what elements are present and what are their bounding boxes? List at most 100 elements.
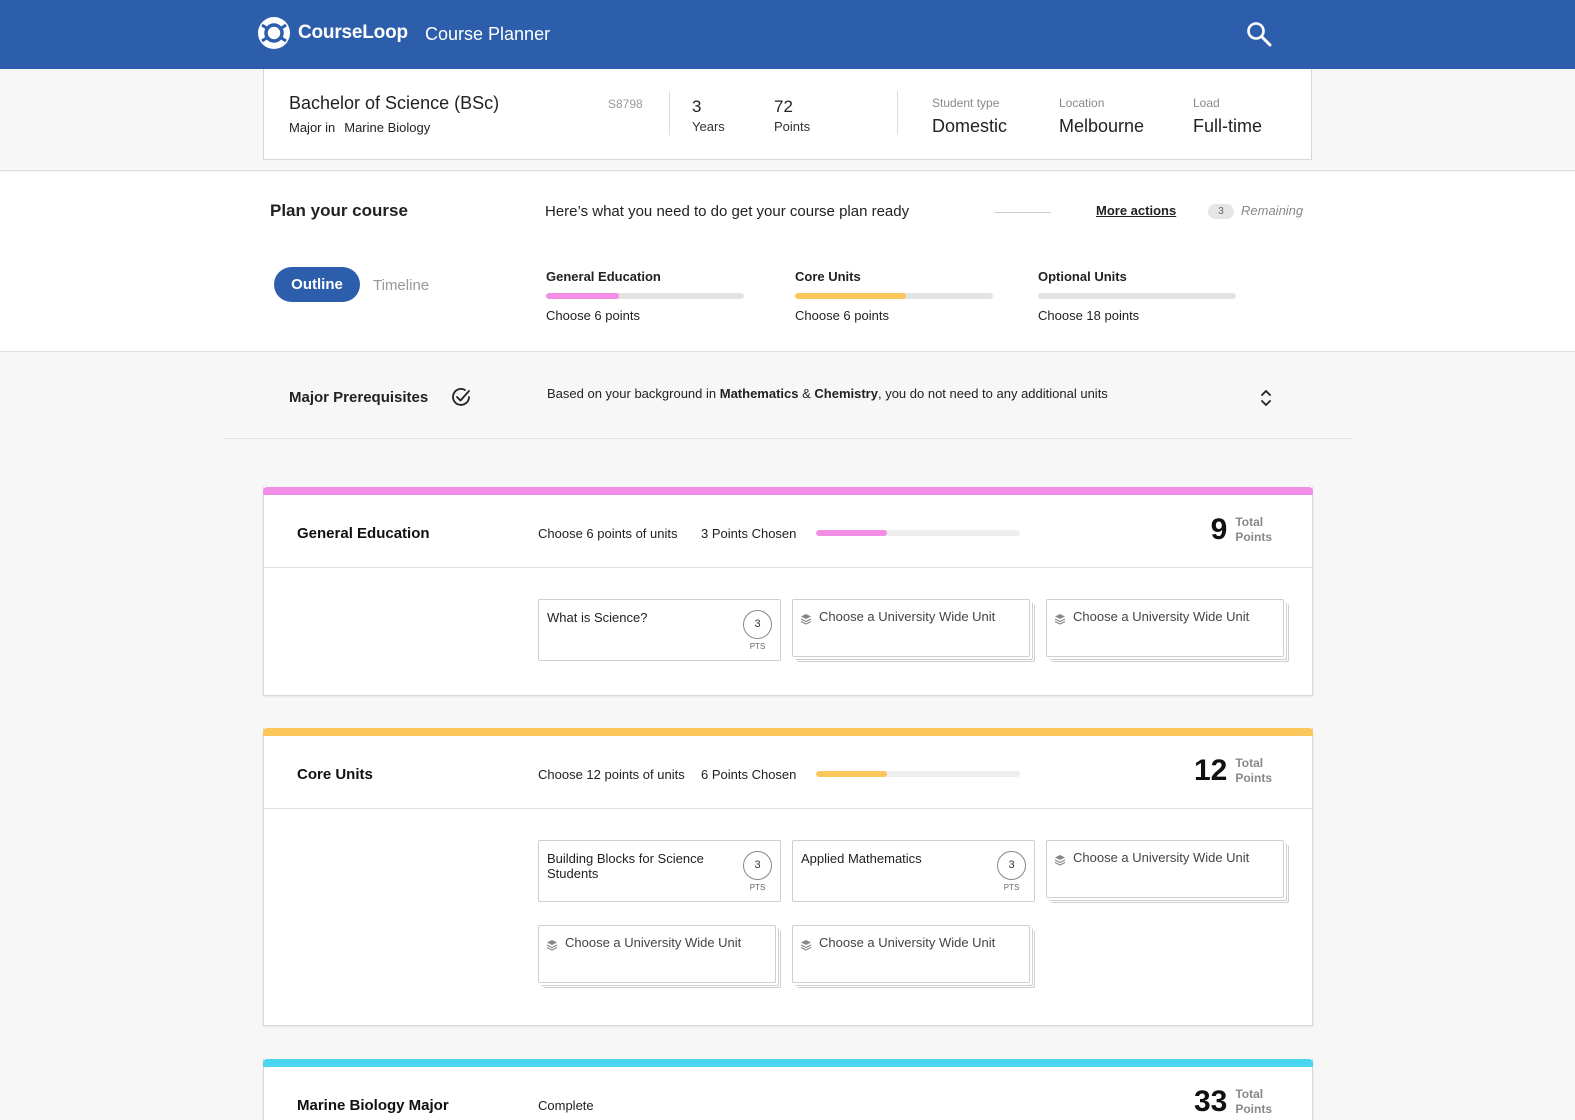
group-accent-bar — [263, 728, 1313, 736]
prereq-text-part: & — [798, 386, 815, 401]
choose-unit-title: Choose a University Wide Unit — [1073, 850, 1250, 865]
unit-points-label: PTS — [1003, 883, 1020, 892]
load-value: Full-time — [1193, 116, 1263, 136]
choose-unit-card[interactable]: Choose a University Wide Unit — [538, 925, 776, 983]
group-name: Core Units — [297, 766, 373, 783]
group-progress-fill — [816, 530, 888, 536]
choose-unit-title: Choose a University Wide Unit — [819, 609, 996, 624]
tab-timeline[interactable]: Timeline — [373, 277, 429, 294]
requirement-core-units[interactable]: Core Units Choose 6 points — [795, 269, 993, 323]
layers-icon — [800, 940, 812, 951]
group-accent-bar — [263, 1059, 1313, 1067]
group-total-value: 12 — [1193, 754, 1228, 787]
prereq-text-part: , you do not need to any additional unit… — [877, 386, 1108, 401]
requirement-progress-bar — [546, 293, 744, 299]
more-actions-link[interactable]: More actions — [1096, 203, 1176, 218]
choose-unit-title: Choose a University Wide Unit — [1073, 609, 1250, 624]
group-marine-biology-major: Marine Biology Major Complete 33 Total Po… — [263, 1059, 1313, 1120]
total-label-line: Points — [1235, 771, 1272, 785]
group-accent-bar — [263, 487, 1313, 495]
total-label-line: Points — [1235, 530, 1272, 544]
requirement-desc: Choose 18 points — [1038, 308, 1140, 323]
unit-card[interactable]: Building Blocks for Science Students 3 PT… — [538, 840, 781, 902]
group-total-label: Total Points — [1235, 1087, 1272, 1117]
student-type-label: Student type — [932, 96, 1000, 110]
unit-title: What is Science? — [547, 610, 648, 625]
requirement-optional-units[interactable]: Optional Units Choose 18 points — [1038, 269, 1236, 323]
total-label-line: Total — [1235, 1087, 1264, 1101]
unit-title: Applied Mathematics — [801, 851, 922, 866]
search-icon[interactable] — [1245, 20, 1273, 48]
group-total-value: 33 — [1193, 1085, 1228, 1118]
group-header: Marine Biology Major Complete 33 Total Po… — [264, 1067, 1312, 1120]
unit-points: 3 PTS — [743, 851, 772, 892]
group-rule: Choose 12 points of units — [538, 767, 685, 782]
choose-unit-title: Choose a University Wide Unit — [819, 935, 996, 950]
group-total: 33 Total Points — [1194, 1085, 1272, 1119]
group-progress-bar — [816, 530, 1020, 536]
divider — [669, 91, 670, 135]
student-type-value: Domestic — [932, 116, 1008, 136]
unit-points-value: 3 — [997, 851, 1026, 880]
prereq-subject: Chemistry — [814, 386, 878, 401]
course-summary-card: Bachelor of Science (BSc) Major in Marine… — [263, 69, 1312, 160]
requirement-name: Optional Units — [1038, 269, 1127, 284]
points-value: 72 — [774, 97, 793, 116]
group-rule: Choose 6 points of units — [538, 526, 678, 541]
requirement-name: Core Units — [795, 269, 861, 284]
requirement-general-education[interactable]: General Education Choose 6 points — [546, 269, 744, 323]
remaining-label: Remaining — [1241, 203, 1304, 218]
requirement-name: General Education — [546, 269, 661, 284]
requirement-desc: Choose 6 points — [546, 308, 640, 323]
load-label: Load — [1193, 96, 1220, 110]
requirement-desc: Choose 6 points — [795, 308, 889, 323]
divider — [994, 212, 1051, 213]
brand-logo[interactable]: CourseLoop — [257, 16, 408, 50]
group-header: Core Units Choose 12 points of units 6 P… — [264, 736, 1312, 809]
prerequisites-title: Major Prerequisites — [289, 389, 429, 406]
unit-points-label: PTS — [749, 642, 766, 651]
requirement-progress-bar — [1038, 293, 1236, 299]
total-label-line: Points — [1235, 1102, 1272, 1116]
expand-collapse-icon[interactable] — [1258, 387, 1274, 409]
choose-unit-title: Choose a University Wide Unit — [565, 935, 742, 950]
group-total-label: Total Points — [1235, 756, 1272, 786]
group-total-label: Total Points — [1235, 515, 1272, 545]
group-total: 12 Total Points — [1194, 754, 1272, 788]
major-name: Marine Biology — [344, 120, 431, 135]
course-code: S8798 — [608, 97, 643, 111]
group-name: Marine Biology Major — [297, 1097, 449, 1114]
unit-points-value: 3 — [743, 851, 772, 880]
location: Location Melbourne — [1059, 96, 1144, 137]
major-label: Major in — [289, 120, 336, 135]
group-points-chosen: 3 Points Chosen — [701, 526, 797, 541]
group-points-chosen: 6 Points Chosen — [701, 767, 797, 782]
location-value: Melbourne — [1059, 116, 1145, 136]
location-label: Location — [1059, 96, 1105, 110]
unit-points: 3 PTS — [997, 851, 1026, 892]
plan-section: Plan your course Here’s what you need to… — [0, 172, 1575, 352]
choose-unit-card[interactable]: Choose a University Wide Unit — [792, 925, 1030, 983]
remaining-count-badge: 3 — [1208, 204, 1234, 219]
tab-outline[interactable]: Outline — [274, 267, 360, 302]
prereq-text-part: Based on your background in — [547, 386, 720, 401]
unit-points-value: 3 — [743, 610, 772, 639]
group-total-value: 9 — [1210, 513, 1228, 546]
years-label: Years — [692, 119, 725, 134]
prereq-subject: Mathematics — [719, 386, 799, 401]
major-line: Major in Marine Biology — [289, 120, 430, 135]
courseloop-logo-icon — [258, 17, 290, 49]
points-label: Points — [774, 119, 811, 134]
points-stat: 72 Points — [774, 97, 810, 134]
unit-card[interactable]: Applied Mathematics 3 PTS — [792, 840, 1035, 902]
unit-title: Building Blocks for Science Students — [547, 851, 704, 881]
major-prerequisites-row: Major Prerequisites Based on your backgr… — [223, 353, 1353, 439]
total-label-line: Total — [1235, 756, 1264, 770]
unit-card[interactable]: What is Science? 3 PTS — [538, 599, 781, 661]
prerequisites-text: Based on your background in Mathematics … — [547, 386, 1108, 401]
requirement-progress-fill — [546, 293, 620, 299]
divider — [897, 91, 898, 135]
choose-unit-card[interactable]: Choose a University Wide Unit — [1046, 599, 1284, 657]
choose-unit-card[interactable]: Choose a University Wide Unit — [1046, 840, 1284, 898]
choose-unit-card[interactable]: Choose a University Wide Unit — [792, 599, 1030, 657]
